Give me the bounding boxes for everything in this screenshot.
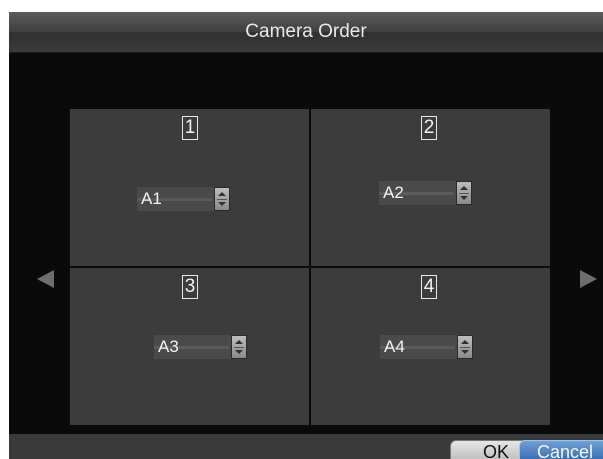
dialog-title: Camera Order — [9, 12, 603, 53]
cell-number: 4 — [421, 275, 437, 299]
arrow-down-icon[interactable] — [218, 202, 226, 206]
arrow-up-icon[interactable] — [218, 192, 226, 196]
camera-grid: 1 A1 2 A2 3 A3 4 A4 — [70, 109, 550, 425]
spinner-arrows-icon[interactable] — [456, 181, 472, 205]
divider — [234, 347, 244, 348]
prev-page-icon[interactable] — [37, 270, 54, 288]
spinner-arrows-icon[interactable] — [231, 335, 247, 359]
cell-number: 3 — [182, 275, 198, 299]
camera-select-value: A2 — [383, 183, 404, 202]
camera-select-spinner[interactable]: A3 — [154, 335, 247, 359]
camera-select-spinner[interactable]: A1 — [137, 187, 230, 211]
next-page-icon[interactable] — [580, 270, 597, 288]
spinner-arrows-icon[interactable] — [457, 335, 473, 359]
cell-number: 1 — [182, 116, 198, 140]
divider — [459, 193, 469, 194]
arrow-up-icon[interactable] — [235, 340, 243, 344]
camera-select-value: A4 — [384, 337, 405, 356]
grid-cell-3[interactable]: 3 A3 — [70, 268, 309, 425]
button-bar: OK Cancel — [9, 434, 603, 459]
grid-cell-2[interactable]: 2 A2 — [311, 109, 550, 266]
arrow-up-icon[interactable] — [461, 340, 469, 344]
camera-select-value: A1 — [141, 189, 162, 208]
arrow-up-icon[interactable] — [460, 186, 468, 190]
camera-order-dialog: Camera Order 1 A1 2 A2 3 A3 4 A4 OK Canc… — [9, 12, 603, 459]
camera-select-spinner[interactable]: A4 — [380, 335, 473, 359]
camera-select-value: A3 — [158, 337, 179, 356]
spinner-arrows-icon[interactable] — [214, 187, 230, 211]
arrow-down-icon[interactable] — [235, 350, 243, 354]
divider — [217, 199, 227, 200]
arrow-down-icon[interactable] — [460, 196, 468, 200]
cancel-button[interactable]: Cancel — [519, 440, 603, 459]
arrow-down-icon[interactable] — [461, 350, 469, 354]
divider — [460, 347, 470, 348]
camera-select-spinner[interactable]: A2 — [379, 181, 472, 205]
cell-number: 2 — [421, 116, 437, 140]
grid-cell-4[interactable]: 4 A4 — [311, 268, 550, 425]
grid-cell-1[interactable]: 1 A1 — [70, 109, 309, 266]
